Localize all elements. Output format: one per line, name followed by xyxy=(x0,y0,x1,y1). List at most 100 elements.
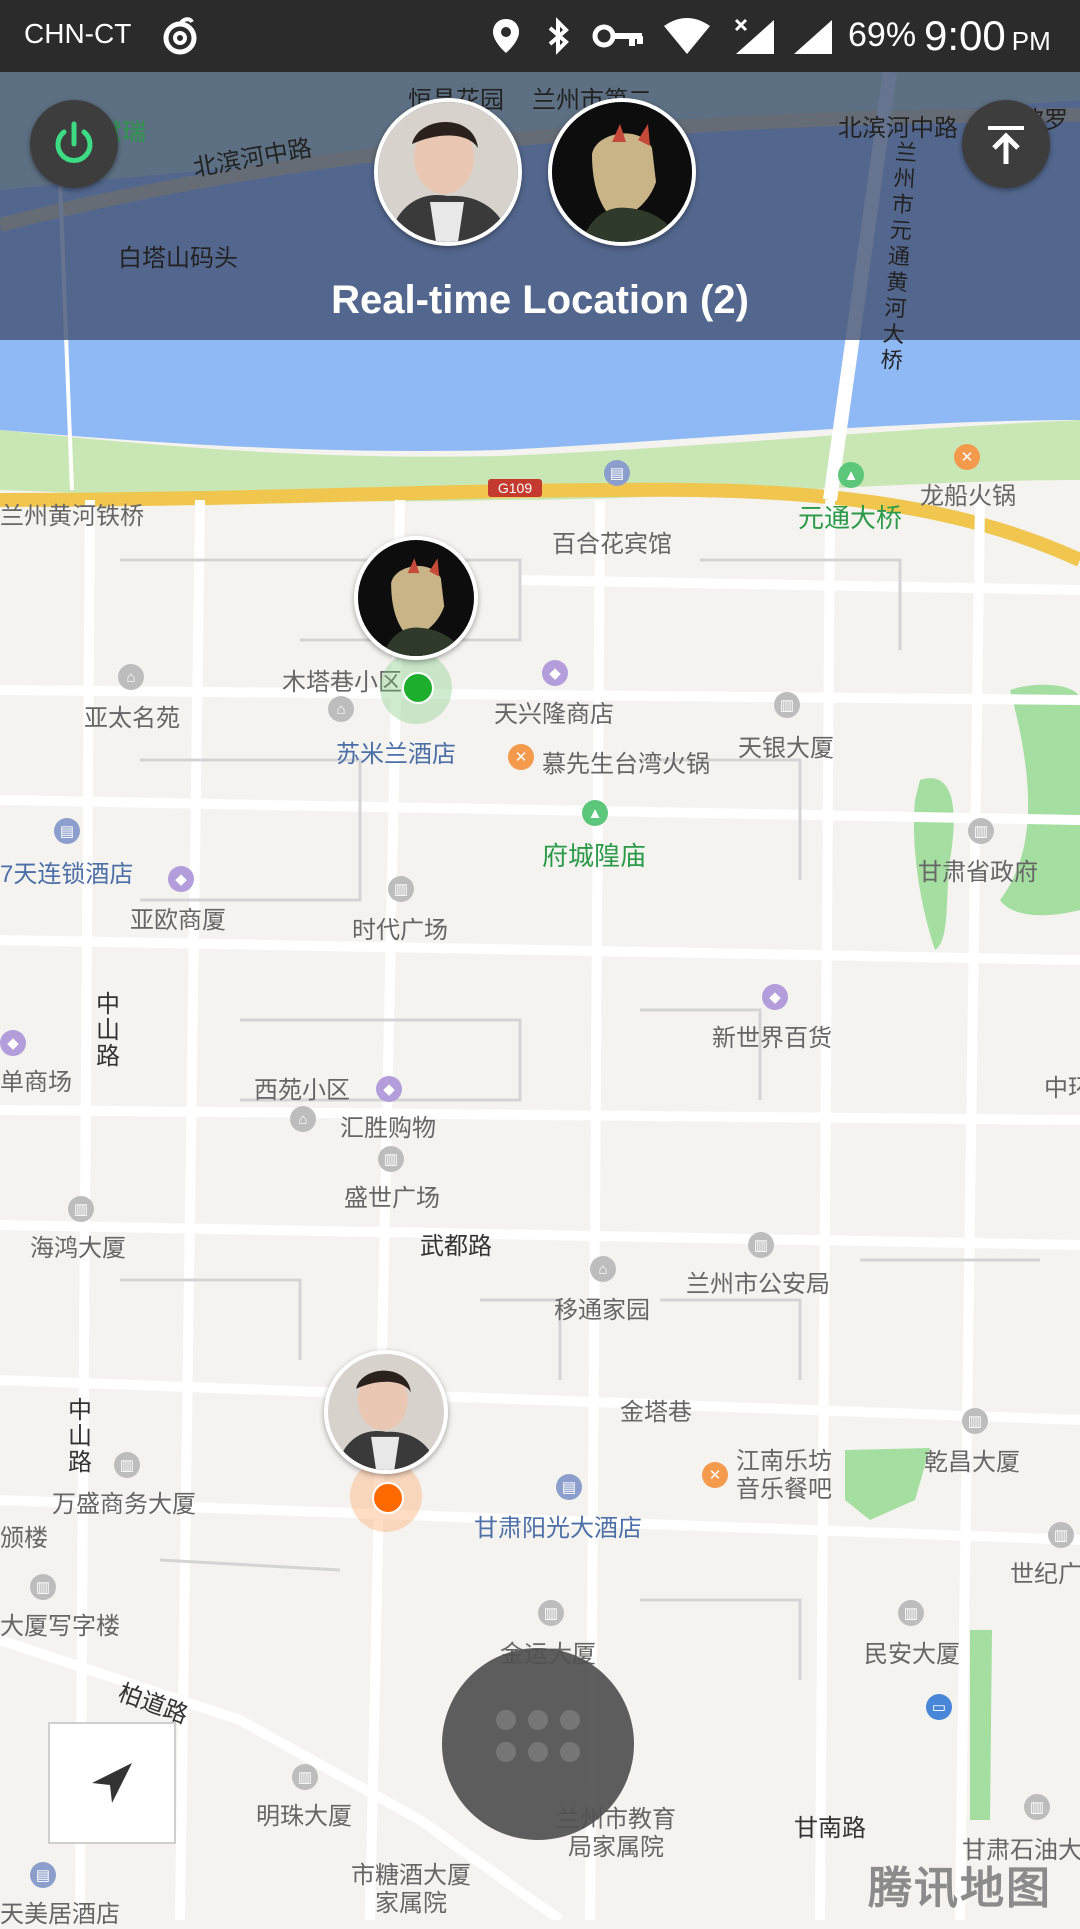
map-label: 大厦写字楼 xyxy=(0,1613,120,1640)
map-label: 盛世广场 xyxy=(344,1185,440,1212)
restaurant-icon: ✕ xyxy=(508,744,534,770)
building-icon: ▥ xyxy=(538,1600,564,1626)
residential-icon: ⌂ xyxy=(290,1106,316,1132)
map-label: 甘肃省政府 xyxy=(918,859,1038,886)
shop-icon: ◆ xyxy=(168,866,194,892)
hotel-icon: ▤ xyxy=(556,1474,582,1500)
government-icon: ▥ xyxy=(968,818,994,844)
restaurant-icon: ✕ xyxy=(702,1462,728,1488)
building-icon: ▥ xyxy=(1048,1522,1074,1548)
shop-icon: ◆ xyxy=(542,660,568,686)
bluetooth-icon xyxy=(548,17,569,55)
my-location-button[interactable] xyxy=(48,1722,176,1844)
location-dot-orange xyxy=(372,1482,404,1514)
signal-2-icon xyxy=(794,20,832,54)
map-label: 世纪广 xyxy=(1010,1561,1080,1588)
scenic-icon: ▲ xyxy=(582,800,608,826)
building-icon: ▥ xyxy=(898,1600,924,1626)
power-button[interactable] xyxy=(30,100,118,188)
map-label: 明珠大厦 xyxy=(256,1803,352,1830)
road-label: 武都路 xyxy=(420,1233,492,1260)
shop-icon: ◆ xyxy=(376,1076,402,1102)
map-label: 汇胜购物 xyxy=(340,1115,436,1142)
clock: 9:00 PM xyxy=(924,12,1051,60)
map-label: 颁楼 xyxy=(0,1525,48,1552)
map-label: 江南乐坊音乐餐吧 xyxy=(736,1448,832,1503)
map-label: 亚太名苑 xyxy=(84,705,180,732)
map-label: 西苑小区 xyxy=(254,1077,350,1104)
map-label: 海鸿大厦 xyxy=(30,1235,126,1262)
netease-music-icon xyxy=(163,17,197,55)
road-label: 北滨河中路 xyxy=(838,115,958,142)
map-label: 天兴隆商店 xyxy=(494,701,614,728)
map-label: 中环 xyxy=(1044,1075,1080,1102)
map-label: 元通大桥 xyxy=(798,503,903,533)
map-label: 天美居酒店 xyxy=(0,1901,120,1928)
map-label: 苏米兰酒店 xyxy=(336,741,456,768)
masked-avatar-icon xyxy=(358,540,474,656)
map-label: 移通家园 xyxy=(554,1297,650,1324)
map-label: 甘肃阳光大酒店 xyxy=(474,1515,642,1542)
bus-station-icon: ▭ xyxy=(926,1694,952,1720)
hotel-icon: ▤ xyxy=(30,1862,56,1888)
status-bar: CHN-CT 69% 9:00 PM xyxy=(0,0,1080,72)
header-title: Real-time Location (2) xyxy=(331,278,749,322)
carrier-label: CHN-CT xyxy=(24,18,132,49)
map-label: 白塔山码头 xyxy=(118,245,238,272)
building-icon: ▥ xyxy=(378,1146,404,1172)
power-icon xyxy=(55,121,93,163)
building-icon: ▥ xyxy=(292,1764,318,1790)
building-icon: ▥ xyxy=(388,876,414,902)
arrow-up-to-top-icon xyxy=(988,126,1024,164)
map-label: 单商场 xyxy=(0,1069,72,1096)
vpn-key-icon xyxy=(592,24,643,48)
member-avatar-1[interactable] xyxy=(374,98,522,246)
map-label: 时代广场 xyxy=(352,917,448,944)
road-label: 中山路 xyxy=(68,1397,92,1476)
map-label: 慕先生台湾火锅 xyxy=(542,751,710,778)
police-icon: ▥ xyxy=(748,1232,774,1258)
building-icon: ▥ xyxy=(1024,1794,1050,1820)
map-label: 天银大厦 xyxy=(738,735,834,762)
collapse-button[interactable] xyxy=(962,100,1050,188)
building-icon: ▥ xyxy=(774,692,800,718)
member-avatar-2[interactable] xyxy=(548,98,696,246)
hotel-icon: ▤ xyxy=(604,460,630,486)
building-icon: ▥ xyxy=(114,1452,140,1478)
residential-icon: ⌂ xyxy=(590,1256,616,1282)
hotel-icon: ▤ xyxy=(54,818,80,844)
map-label: 兰州市公安局 xyxy=(686,1271,830,1298)
road-sign-g109: G109 xyxy=(498,480,532,496)
battery-percent: 69% xyxy=(848,16,917,54)
map-label: 民安大厦 xyxy=(864,1641,960,1668)
map-label: 万盛商务大厦 xyxy=(52,1491,196,1518)
shop-icon: ◆ xyxy=(762,984,788,1010)
navigation-arrow-icon xyxy=(92,1763,132,1803)
map-label: 金塔巷 xyxy=(620,1399,692,1426)
map-member-pin-1[interactable] xyxy=(324,1350,448,1474)
map-label: 百合花宾馆 xyxy=(552,531,672,558)
person-avatar-icon xyxy=(378,102,518,242)
shop-icon: ◆ xyxy=(0,1030,26,1056)
masked-avatar-icon xyxy=(552,102,692,242)
map-label: 府城隍庙 xyxy=(542,841,647,871)
building-icon: ▥ xyxy=(962,1408,988,1434)
map-label: 亚欧商厦 xyxy=(130,907,226,934)
map-member-pin-2[interactable] xyxy=(354,536,478,660)
building-icon: ▥ xyxy=(68,1196,94,1222)
menu-button[interactable] xyxy=(442,1648,634,1840)
location-dot-green xyxy=(402,672,434,704)
road-label: 甘南路 xyxy=(794,1815,866,1842)
building-icon: ▥ xyxy=(30,1574,56,1600)
residential-icon: ⌂ xyxy=(118,664,144,690)
signal-1-icon xyxy=(734,18,774,54)
road-label: 中山路 xyxy=(96,991,120,1070)
location-icon xyxy=(493,19,519,53)
map-label: 乾昌大厦 xyxy=(924,1449,1020,1476)
map-label: 市糖酒大厦家属院 xyxy=(351,1862,471,1917)
scenic-icon: ▲ xyxy=(838,462,864,488)
restaurant-icon: ✕ xyxy=(954,444,980,470)
wifi-icon xyxy=(664,18,710,54)
person-avatar-icon xyxy=(328,1354,444,1470)
map-label: 兰州黄河铁桥 xyxy=(0,503,144,530)
